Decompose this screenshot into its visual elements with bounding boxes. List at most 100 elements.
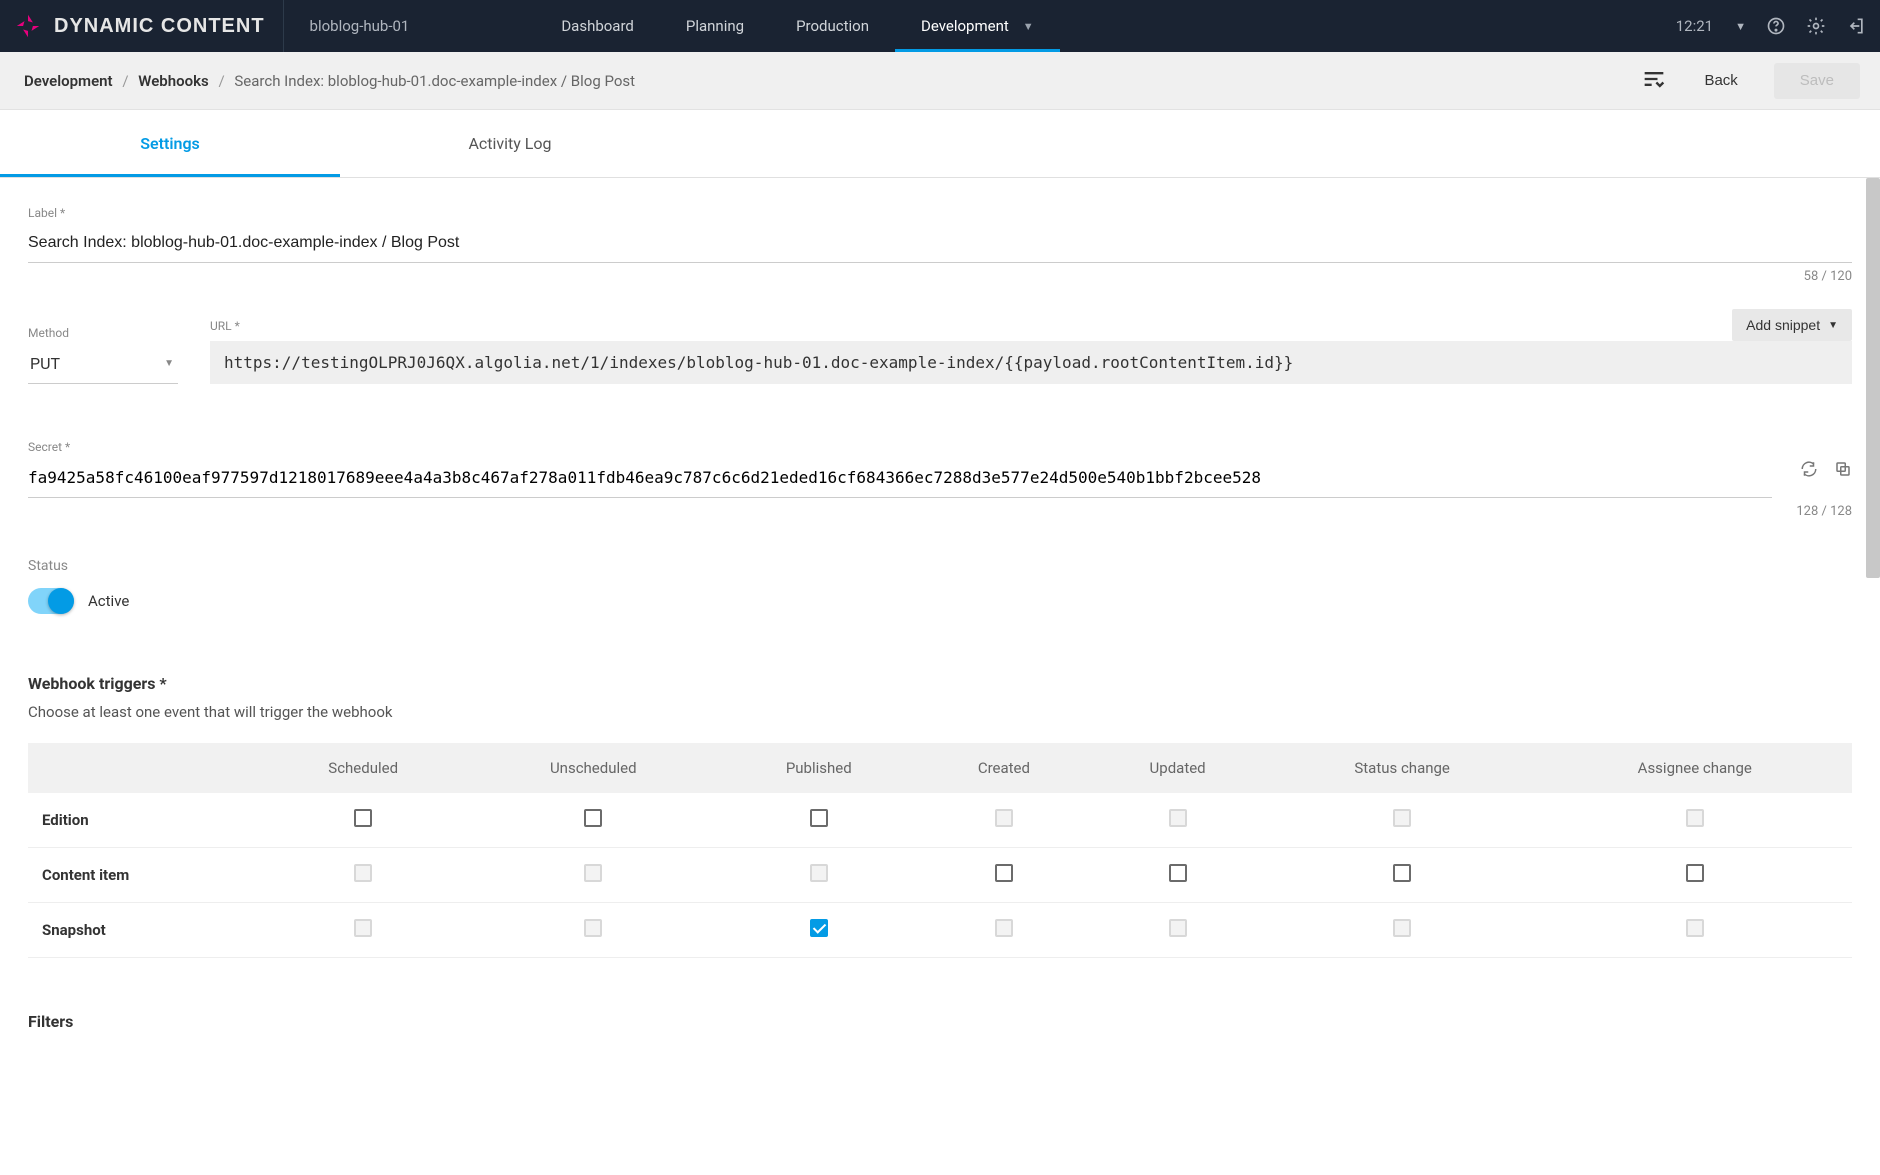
breadcrumb-sep: / [218,72,224,90]
nav-tab-production[interactable]: Production [770,0,895,52]
trigger-cell [718,793,919,848]
trigger-cell [258,903,468,958]
checkbox [995,919,1013,937]
checkbox [1686,919,1704,937]
checkbox[interactable] [1169,864,1187,882]
chevron-down-icon: ▼ [1023,20,1034,33]
checkbox [354,919,372,937]
trigger-cell [258,793,468,848]
logout-icon[interactable] [1846,16,1866,36]
status-toggle[interactable] [28,588,74,614]
nav-tab-label: Dashboard [561,17,634,35]
trigger-cell [1088,903,1266,958]
method-field: Method PUT ▼ [28,326,178,384]
breadcrumb-link-webhooks[interactable]: Webhooks [138,72,208,90]
triggers-col: Assignee change [1538,743,1853,793]
help-icon[interactable] [1766,16,1786,36]
breadcrumb-sep: / [122,72,128,90]
logo-area: DYNAMIC CONTENT [0,0,283,52]
header-right: 12:21 ▼ [1676,0,1866,52]
label-field-label: Label * [28,206,1852,220]
filters-title: Filters [28,1012,1852,1031]
checkbox [1393,919,1411,937]
url-field: URL * [210,319,1852,384]
trigger-cell [919,848,1088,903]
header-time: 12:21 [1676,17,1713,35]
tab-activity-log[interactable]: Activity Log [340,110,680,177]
copy-icon[interactable] [1834,460,1852,482]
trigger-cell [468,903,718,958]
checkbox [584,919,602,937]
secret-input[interactable] [28,462,1772,498]
checkbox[interactable] [810,809,828,827]
label-field: Label * 58 / 120 [28,206,1852,263]
secret-field-label: Secret * [28,440,1852,454]
table-row: Edition [28,793,1852,848]
triggers-col: Status change [1267,743,1538,793]
refresh-icon[interactable] [1800,460,1818,482]
trigger-row-name: Edition [28,793,258,848]
checkbox [354,864,372,882]
triggers-col-blank [28,743,258,793]
triggers-subtitle: Choose at least one event that will trig… [28,703,1852,721]
scrollbar[interactable] [1866,178,1880,578]
method-field-label: Method [28,326,178,340]
checkbox [995,809,1013,827]
triggers-col: Updated [1088,743,1266,793]
trigger-cell [1267,848,1538,903]
back-button[interactable]: Back [1682,63,1759,99]
checkbox[interactable] [810,919,828,937]
method-select[interactable]: PUT ▼ [28,348,178,384]
triggers-col: Unscheduled [468,743,718,793]
page-tabs: Settings Activity Log [0,110,1880,178]
app-name: DYNAMIC CONTENT [54,15,265,38]
checkbox [1686,809,1704,827]
status-value: Active [88,592,129,610]
trigger-row-name: Content item [28,848,258,903]
tab-settings[interactable]: Settings [0,110,340,177]
breadcrumb-current: Search Index: bloblog-hub-01.doc-example… [234,72,635,90]
checkbox[interactable] [584,809,602,827]
add-snippet-label: Add snippet [1746,317,1820,333]
save-button[interactable]: Save [1774,63,1860,99]
url-input[interactable] [210,341,1852,384]
nav-tab-label: Production [796,17,869,35]
secret-actions [1800,460,1852,482]
trigger-cell [919,793,1088,848]
trigger-cell [468,793,718,848]
sub-header: Development / Webhooks / Search Index: b… [0,52,1880,110]
triggers-title: Webhook triggers * [28,674,1852,693]
label-input[interactable] [28,228,1852,263]
checkbox [584,864,602,882]
trigger-cell [718,848,919,903]
triggers-table: Scheduled Unscheduled Published Created … [28,743,1852,958]
trigger-cell [718,903,919,958]
checkbox[interactable] [354,809,372,827]
trigger-cell [468,848,718,903]
add-snippet-button[interactable]: Add snippet ▼ [1732,309,1852,341]
gear-icon[interactable] [1806,16,1826,36]
url-field-label: URL * [210,319,1852,333]
checkbox [1169,919,1187,937]
trigger-cell [1267,903,1538,958]
status-field-label: Status [28,558,1852,574]
tab-label: Activity Log [468,134,551,153]
breadcrumb: Development / Webhooks / Search Index: b… [24,72,635,90]
top-header: DYNAMIC CONTENT bloblog-hub-01 Dashboard… [0,0,1880,52]
triggers-col: Published [718,743,919,793]
nav-tab-label: Development [921,17,1009,35]
secret-field: Secret * 128 / 128 [28,440,1852,498]
chevron-down-icon: ▼ [1828,320,1838,331]
triggers-col: Scheduled [258,743,468,793]
hub-name[interactable]: bloblog-hub-01 [284,17,436,35]
label-counter: 58 / 120 [1804,269,1852,284]
queue-icon[interactable] [1640,65,1668,97]
breadcrumb-link-development[interactable]: Development [24,72,113,90]
chevron-down-icon[interactable]: ▼ [1735,20,1746,33]
nav-tab-planning[interactable]: Planning [660,0,770,52]
nav-tab-dashboard[interactable]: Dashboard [535,0,660,52]
checkbox[interactable] [995,864,1013,882]
nav-tab-development[interactable]: Development ▼ [895,0,1060,52]
checkbox[interactable] [1686,864,1704,882]
checkbox[interactable] [1393,864,1411,882]
